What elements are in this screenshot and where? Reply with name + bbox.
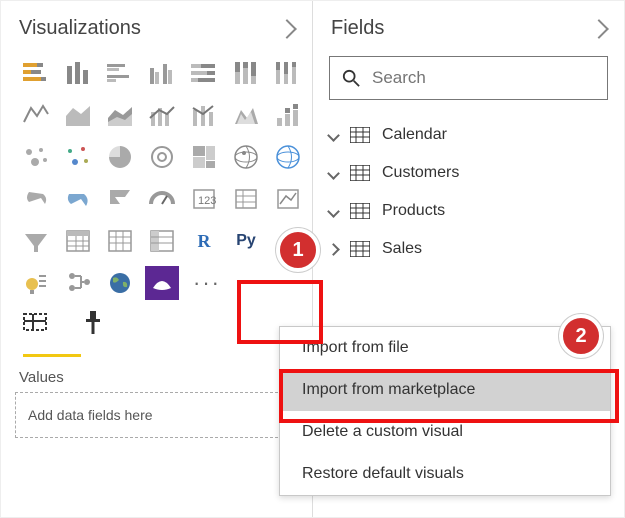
qa-visual-icon[interactable]: [145, 224, 179, 258]
chevron-right-icon: [277, 19, 297, 39]
fields-tab-icon[interactable]: [21, 308, 49, 336]
card-icon[interactable]: [19, 182, 53, 216]
chevron-right-icon: [589, 19, 609, 39]
treemap-icon[interactable]: [103, 140, 137, 174]
globe-visual-icon[interactable]: [103, 266, 137, 300]
funnel-icon[interactable]: [229, 140, 263, 174]
table-icon: [350, 241, 370, 257]
chevron-down-icon: [327, 129, 340, 142]
pie-chart-icon[interactable]: [19, 140, 53, 174]
chevron-down-icon: [327, 167, 340, 180]
fields-tree: Calendar Customers Products Sales: [313, 116, 624, 268]
chevron-right-icon: [327, 243, 340, 256]
scatter-chart-icon[interactable]: [271, 98, 305, 132]
visualizations-pane: Visualizations: [1, 1, 313, 517]
matrix-icon[interactable]: [229, 182, 263, 216]
ribbon-chart-icon[interactable]: [187, 98, 221, 132]
stacked-area-icon[interactable]: [61, 98, 95, 132]
slicer-icon[interactable]: [145, 182, 179, 216]
hundred-stacked-bar-icon[interactable]: [187, 56, 221, 90]
menu-restore-default-visuals[interactable]: Restore default visuals: [280, 453, 610, 495]
python-visual-icon[interactable]: [19, 224, 53, 258]
decomposition-tree-icon[interactable]: [103, 224, 137, 258]
map-icon[interactable]: [145, 140, 179, 174]
paginated-report-icon[interactable]: [61, 266, 95, 300]
stacked-bar-chart-icon[interactable]: [19, 56, 53, 90]
values-drop-zone[interactable]: Add data fields here: [15, 392, 298, 438]
r-visual-icon[interactable]: R: [187, 224, 221, 258]
table-item-products[interactable]: Products: [329, 192, 608, 230]
table-icon[interactable]: 123: [187, 182, 221, 216]
table-label: Customers: [382, 164, 459, 182]
callout-1: 1: [276, 228, 320, 272]
format-tab-icon[interactable]: [79, 308, 107, 336]
smart-narrative-icon[interactable]: [19, 266, 53, 300]
stacked-column-chart-icon[interactable]: [61, 56, 95, 90]
hundred-stacked-column-icon[interactable]: [229, 56, 263, 90]
chevron-down-icon: [327, 205, 340, 218]
r-script-icon[interactable]: [271, 182, 305, 216]
fields-search-box[interactable]: [329, 56, 608, 100]
table-item-sales[interactable]: Sales: [329, 230, 608, 268]
donut-chart-icon[interactable]: [61, 140, 95, 174]
line-clustered-column-icon[interactable]: [145, 98, 179, 132]
visuals-context-menu: Import from file Import from marketplace…: [279, 326, 611, 496]
svg-text:123: 123: [198, 195, 216, 207]
viz-gallery: 123 R Py ···: [1, 56, 312, 300]
gauge-icon[interactable]: [271, 140, 305, 174]
py-visual-icon[interactable]: Py: [229, 224, 263, 258]
waterfall-chart-icon[interactable]: [229, 98, 263, 132]
clustered-bar-chart-icon[interactable]: [103, 56, 137, 90]
app-root: Visualizations: [0, 0, 625, 518]
viz-header[interactable]: Visualizations: [1, 1, 312, 48]
more-visuals-button[interactable]: ···: [187, 266, 227, 300]
filled-map-icon[interactable]: [187, 140, 221, 174]
clustered-column-chart-icon[interactable]: [145, 56, 179, 90]
fields-title: Fields: [331, 17, 384, 40]
search-icon: [342, 69, 360, 87]
table-label: Calendar: [382, 126, 447, 144]
line-chart-icon[interactable]: [271, 56, 305, 90]
menu-delete-custom-visual[interactable]: Delete a custom visual: [280, 411, 610, 453]
line-stacked-column-icon[interactable]: [103, 98, 137, 132]
table-icon: [350, 127, 370, 143]
viz-title: Visualizations: [19, 17, 141, 40]
table-icon: [350, 203, 370, 219]
kpi-icon[interactable]: [103, 182, 137, 216]
format-filter-row: [1, 308, 312, 336]
fields-search-input[interactable]: [370, 67, 494, 89]
menu-import-from-marketplace[interactable]: Import from marketplace: [280, 369, 610, 411]
fields-header[interactable]: Fields: [313, 1, 624, 48]
area-chart-icon[interactable]: [19, 98, 53, 132]
arcgis-visual-icon[interactable]: [145, 266, 179, 300]
table-icon: [350, 165, 370, 181]
table-label: Sales: [382, 240, 422, 258]
values-label: Values: [1, 357, 312, 392]
key-influencers-icon[interactable]: [61, 224, 95, 258]
callout-2: 2: [559, 314, 603, 358]
multi-row-card-icon[interactable]: [61, 182, 95, 216]
table-item-customers[interactable]: Customers: [329, 154, 608, 192]
table-label: Products: [382, 202, 445, 220]
table-item-calendar[interactable]: Calendar: [329, 116, 608, 154]
